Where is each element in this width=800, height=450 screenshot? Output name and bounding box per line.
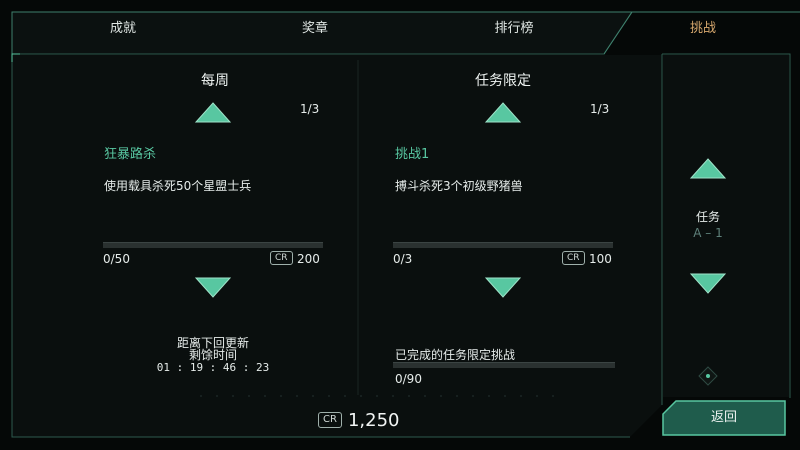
tab-challenges[interactable]: 挑战 [678,17,728,36]
mission-select-down-arrow-icon[interactable] [688,270,728,296]
mission-select-label: 任务 [695,210,720,224]
total-credits-amount: 1,250 [347,409,400,431]
tab-leaderboard[interactable]: 排行榜 [484,17,544,36]
mission-title: 任务限定 [475,73,531,89]
weekly-cr-badge: CR [270,251,293,265]
mission-up-arrow-icon[interactable] [483,100,523,126]
tab-achievements[interactable]: 成就 [98,17,148,36]
mission-progress-text: 0/3 [393,252,413,266]
back-button-label: 返回 [710,410,737,425]
mission-select-value: A – 1 [693,226,723,240]
back-button[interactable]: 返回 [662,400,786,436]
mission-progress-bar [393,242,613,248]
weekly-progress-bar [103,242,323,248]
tab-medals[interactable]: 奖章 [290,17,340,36]
controller-button-icon [698,366,718,386]
completed-progress-bar [393,362,615,368]
weekly-progress-text: 0/50 [103,252,130,266]
mission-down-arrow-icon[interactable] [483,274,523,300]
weekly-reward: 200 [297,252,320,266]
mission-challenge-name: 挑战1 [395,147,430,162]
weekly-up-arrow-icon[interactable] [193,100,233,126]
mission-cr-badge: CR [562,251,585,265]
mission-challenge-description: 搏斗杀死3个初级野猪兽 [395,179,523,193]
mission-select-up-arrow-icon[interactable] [688,156,728,182]
total-credits: CR 1,250 [318,408,399,432]
weekly-title: 每周 [201,73,229,89]
update-timer: 01 : 19 : 46 : 23 [156,361,270,374]
weekly-challenge-description: 使用载具杀死50个星盟士兵 [104,179,252,193]
mission-page-indicator: 1/3 [590,102,610,116]
completed-progress-text: 0/90 [395,372,422,386]
total-cr-badge: CR [318,412,342,428]
weekly-challenge-name: 狂暴路杀 [104,147,157,162]
weekly-page-indicator: 1/3 [300,102,320,116]
weekly-down-arrow-icon[interactable] [193,274,233,300]
mission-reward: 100 [589,252,612,266]
completed-challenges-label: 已完成的任务限定挑战 [395,348,516,362]
